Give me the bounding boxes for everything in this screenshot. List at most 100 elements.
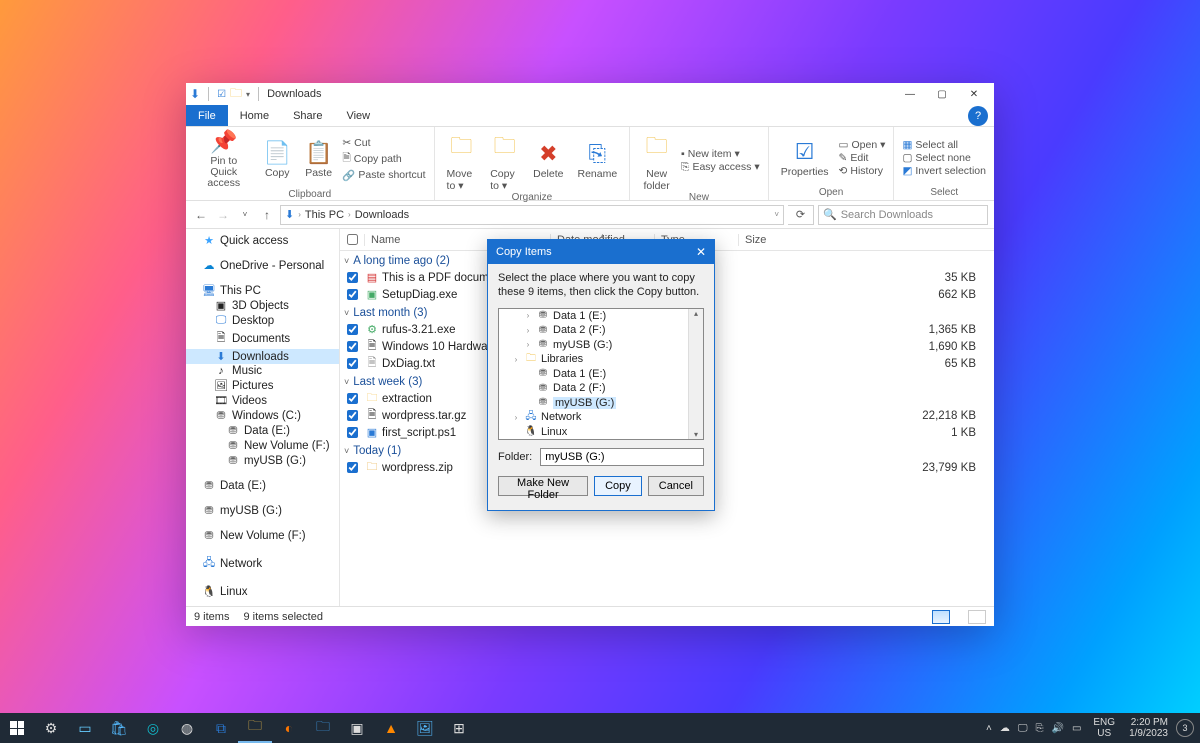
row-checkbox[interactable] xyxy=(347,341,358,352)
task-chrome-icon[interactable]: ◍ xyxy=(170,713,204,743)
row-checkbox[interactable] xyxy=(347,358,358,369)
task-store-icon[interactable]: 🛍 xyxy=(102,713,136,743)
dropdown-icon[interactable]: ▾ xyxy=(246,90,250,99)
tray-network-icon[interactable]: 🖵 xyxy=(1018,723,1028,734)
nav-linux[interactable]: 🐧Linux xyxy=(186,584,339,599)
pin-quick-access-button[interactable]: 📌Pin to Quick access xyxy=(194,129,254,189)
minimize-button[interactable]: — xyxy=(894,83,926,105)
maximize-button[interactable]: ▢ xyxy=(926,83,958,105)
nav-dropdown-button[interactable]: ˅ xyxy=(236,210,254,219)
taskbar[interactable]: ⚙ ▭ 🛍 ◎ ◍ ⧉ 🗀 ◐ 🗀 ▣ ▲ 🖼 ⊞ ˄ ☁ 🖵 ⎘ 🔊 ▭ EN… xyxy=(0,713,1200,743)
invert-selection-button[interactable]: ◩Invert selection xyxy=(902,165,986,177)
nav-up-button[interactable]: ↑ xyxy=(258,208,276,222)
cut-button[interactable]: ✂Cut xyxy=(342,137,425,149)
tree-data1-e[interactable]: ›⛃Data 1 (E:) xyxy=(499,309,703,324)
properties-button[interactable]: ☑Properties xyxy=(777,129,833,187)
delete-button[interactable]: ✖Delete xyxy=(529,129,567,192)
nav-documents[interactable]: 🗎Documents xyxy=(186,328,339,349)
new-item-button[interactable]: ▪New item ▾ xyxy=(681,148,760,160)
view-large-button[interactable] xyxy=(968,610,986,624)
tray-wifi-icon[interactable]: ⎘ xyxy=(1035,723,1043,734)
nav-pictures[interactable]: 🖼Pictures xyxy=(186,378,339,393)
row-checkbox[interactable] xyxy=(347,272,358,283)
dialog-close-button[interactable]: ✕ xyxy=(696,245,706,259)
easy-access-button[interactable]: ⎘Easy access ▾ xyxy=(681,161,760,174)
nav-thispc[interactable]: 🖥This PC xyxy=(186,283,339,298)
title-bar[interactable]: ⬇ ☑ 🗀 ▾ Downloads — ▢ ✕ xyxy=(186,83,994,105)
rename-button[interactable]: ⎘Rename xyxy=(573,129,621,192)
tree-data1-e-2[interactable]: ⛃Data 1 (E:) xyxy=(499,367,703,382)
help-button[interactable]: ? xyxy=(968,106,988,126)
task-terminal-icon[interactable]: ▣ xyxy=(340,713,374,743)
task-dolphin-icon[interactable]: 🗀 xyxy=(306,713,340,743)
nav-myusb-root[interactable]: ⛃myUSB (G:) xyxy=(186,503,339,518)
nav-network[interactable]: 🖧Network xyxy=(186,553,339,574)
row-checkbox[interactable] xyxy=(347,324,358,335)
tray-expand-icon[interactable]: ˄ xyxy=(986,723,992,734)
row-checkbox[interactable] xyxy=(347,462,358,473)
paste-button[interactable]: 📋Paste xyxy=(301,129,336,189)
tree-data2-f-2[interactable]: ⛃Data 2 (F:) xyxy=(499,381,703,396)
nav-back-button[interactable]: ← xyxy=(192,208,210,222)
language-indicator[interactable]: ENG US xyxy=(1087,717,1121,739)
tray-battery-icon[interactable]: ▭ xyxy=(1072,723,1081,734)
folder-input[interactable] xyxy=(540,448,704,466)
copy-button[interactable]: 📄Copy xyxy=(260,129,295,189)
task-firefox-icon[interactable]: ◐ xyxy=(272,713,306,743)
nav-music[interactable]: ♪Music xyxy=(186,364,339,378)
dialog-tree-scrollbar[interactable] xyxy=(688,309,703,439)
edit-button[interactable]: ✎Edit xyxy=(839,152,886,164)
close-button[interactable]: ✕ xyxy=(958,83,990,105)
nav-downloads[interactable]: ⬇Downloads xyxy=(186,349,339,364)
row-checkbox[interactable] xyxy=(347,410,358,421)
down-arrow-icon[interactable]: ⬇ xyxy=(190,87,200,101)
notification-badge[interactable]: 3 xyxy=(1176,719,1194,737)
tree-libraries[interactable]: ›🗀Libraries xyxy=(499,352,703,367)
address-dropdown-icon[interactable]: ˅ xyxy=(774,210,779,219)
nav-desktop[interactable]: 🖵Desktop xyxy=(186,313,339,328)
nav-myusb-g[interactable]: ⛃myUSB (G:) xyxy=(186,453,339,468)
folder-icon[interactable]: 🗀 xyxy=(230,84,242,105)
new-folder-button[interactable]: 🗀New folder xyxy=(638,129,675,192)
tree-data2-f[interactable]: ›⛃Data 2 (F:) xyxy=(499,323,703,338)
nav-videos[interactable]: 🎞Videos xyxy=(186,393,339,408)
nav-onedrive[interactable]: ☁OneDrive - Personal xyxy=(186,258,339,273)
nav-data-e[interactable]: ⛃Data (E:) xyxy=(186,423,339,438)
history-button[interactable]: ⟲History xyxy=(839,165,886,177)
task-settings-icon[interactable]: ⚙ xyxy=(34,713,68,743)
tab-share[interactable]: Share xyxy=(281,105,334,126)
navigation-pane[interactable]: ★Quick access ☁OneDrive - Personal 🖥This… xyxy=(186,229,340,606)
start-button[interactable] xyxy=(0,713,34,743)
row-checkbox[interactable] xyxy=(347,427,358,438)
copy-path-button[interactable]: 🗎Copy path xyxy=(342,150,425,168)
open-button[interactable]: ▭Open ▾ xyxy=(839,139,886,151)
tab-file[interactable]: File xyxy=(186,105,228,126)
tree-network[interactable]: ›🖧Network xyxy=(499,410,703,425)
column-size[interactable]: Size xyxy=(738,234,994,246)
move-to-button[interactable]: 🗀Move to ▾ xyxy=(443,129,481,192)
checkbox-icon[interactable]: ☑ xyxy=(217,89,226,100)
make-new-folder-button[interactable]: Make New Folder xyxy=(498,476,588,496)
paste-shortcut-button[interactable]: 🔗Paste shortcut xyxy=(342,169,425,182)
task-grid-icon[interactable]: ⊞ xyxy=(442,713,476,743)
address-box[interactable]: ⬇ › This PC › Downloads ˅ xyxy=(280,205,784,225)
copy-confirm-button[interactable]: Copy xyxy=(594,476,642,496)
nav-windows-c[interactable]: ⛃Windows (C:) xyxy=(186,408,339,423)
task-vscode-icon[interactable]: ⧉ xyxy=(204,713,238,743)
view-details-button[interactable] xyxy=(932,610,950,624)
refresh-button[interactable]: ⟳ xyxy=(788,205,814,225)
system-tray[interactable]: ˄ ☁ 🖵 ⎘ 🔊 ▭ xyxy=(980,723,1087,734)
tab-home[interactable]: Home xyxy=(228,105,281,126)
tray-onedrive-icon[interactable]: ☁ xyxy=(1000,723,1010,734)
tray-volume-icon[interactable]: 🔊 xyxy=(1051,723,1063,734)
tab-view[interactable]: View xyxy=(334,105,382,126)
nav-new-volume-root[interactable]: ⛃New Volume (F:) xyxy=(186,528,339,543)
breadcrumb-thispc[interactable]: This PC xyxy=(305,209,344,221)
nav-forward-button[interactable]: → xyxy=(214,208,232,222)
task-explorer-icon[interactable]: 🗀 xyxy=(238,713,272,743)
select-none-button[interactable]: ▢Select none xyxy=(902,152,986,164)
dialog-title-bar[interactable]: Copy Items ✕ xyxy=(488,240,714,264)
nav-new-volume-f[interactable]: ⛃New Volume (F:) xyxy=(186,438,339,453)
row-checkbox[interactable] xyxy=(347,289,358,300)
task-taskview-icon[interactable]: ▭ xyxy=(68,713,102,743)
